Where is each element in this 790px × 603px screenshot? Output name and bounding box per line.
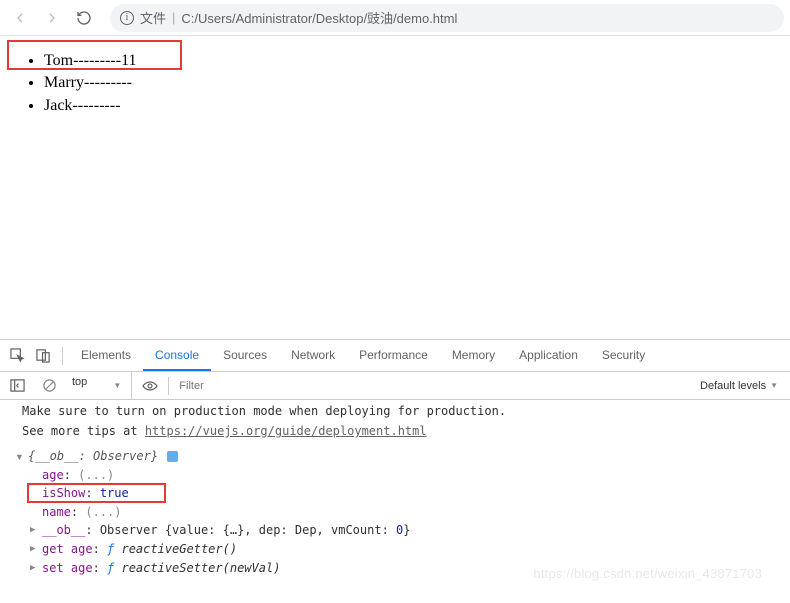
- info-badge-icon[interactable]: [167, 451, 178, 462]
- chevron-right-icon: ▶: [30, 562, 35, 576]
- tab-network[interactable]: Network: [279, 340, 347, 371]
- console-sidebar-toggle-icon[interactable]: [4, 373, 30, 399]
- console-output: Make sure to turn on production mode whe…: [0, 400, 790, 603]
- inspect-icon[interactable]: [4, 343, 30, 369]
- tab-performance[interactable]: Performance: [347, 340, 440, 371]
- deployment-link[interactable]: https://vuejs.org/guide/deployment.html: [145, 424, 427, 438]
- object-property[interactable]: isShow: true: [42, 484, 790, 503]
- tab-sources[interactable]: Sources: [211, 340, 279, 371]
- list-item: Marry---------: [44, 72, 766, 94]
- object-property[interactable]: name: (...): [42, 503, 790, 522]
- url-scheme-label: 文件: [140, 8, 166, 27]
- watermark: https://blog.csdn.net/weixin_43871703: [533, 566, 762, 581]
- devtools-panel: Elements Console Sources Network Perform…: [0, 339, 790, 603]
- list-item: Tom---------11: [44, 50, 766, 72]
- forward-button[interactable]: [38, 4, 66, 32]
- object-property[interactable]: ▶get age: ƒ reactiveGetter(): [42, 540, 790, 559]
- object-property[interactable]: age: (...): [42, 466, 790, 485]
- reload-button[interactable]: [70, 4, 98, 32]
- chevron-right-icon: ▶: [30, 543, 35, 557]
- tab-application[interactable]: Application: [507, 340, 590, 371]
- filter-input[interactable]: [175, 377, 694, 395]
- object-property[interactable]: ▶__ob__: Observer {value: {…}, dep: Dep,…: [42, 521, 790, 540]
- tab-security[interactable]: Security: [590, 340, 657, 371]
- clear-console-icon[interactable]: [36, 373, 62, 399]
- address-bar[interactable]: i 文件 | C:/Users/Administrator/Desktop/豉油…: [110, 4, 784, 32]
- info-icon: i: [120, 11, 134, 25]
- console-object-tree[interactable]: ▶ {__ob__: Observer} age: (...) isShow: …: [0, 447, 790, 577]
- chevron-right-icon: ▶: [30, 524, 35, 538]
- device-toggle-icon[interactable]: [30, 343, 56, 369]
- page-list: Tom---------11 Marry--------- Jack------…: [24, 50, 766, 117]
- console-message: See more tips at https://vuejs.org/guide…: [0, 421, 790, 441]
- log-levels-selector[interactable]: Default levels: [700, 380, 786, 392]
- url-path: C:/Users/Administrator/Desktop/豉油/demo.h…: [181, 8, 457, 27]
- context-selector[interactable]: top: [68, 372, 132, 399]
- console-message: Make sure to turn on production mode whe…: [0, 401, 790, 421]
- list-item: Jack---------: [44, 95, 766, 117]
- back-button[interactable]: [6, 4, 34, 32]
- devtools-tabbar: Elements Console Sources Network Perform…: [0, 340, 790, 372]
- tab-console[interactable]: Console: [143, 340, 211, 371]
- chevron-down-icon: ▶: [11, 455, 25, 460]
- console-subbar: top Default levels: [0, 372, 790, 400]
- object-header-row[interactable]: ▶ {__ob__: Observer}: [28, 447, 790, 466]
- page-viewport: Tom---------11 Marry--------- Jack------…: [0, 36, 790, 339]
- tab-memory[interactable]: Memory: [440, 340, 507, 371]
- browser-toolbar: i 文件 | C:/Users/Administrator/Desktop/豉油…: [0, 0, 790, 36]
- url-separator: |: [172, 10, 175, 25]
- live-expression-icon[interactable]: [138, 374, 162, 398]
- tab-elements[interactable]: Elements: [69, 340, 143, 371]
